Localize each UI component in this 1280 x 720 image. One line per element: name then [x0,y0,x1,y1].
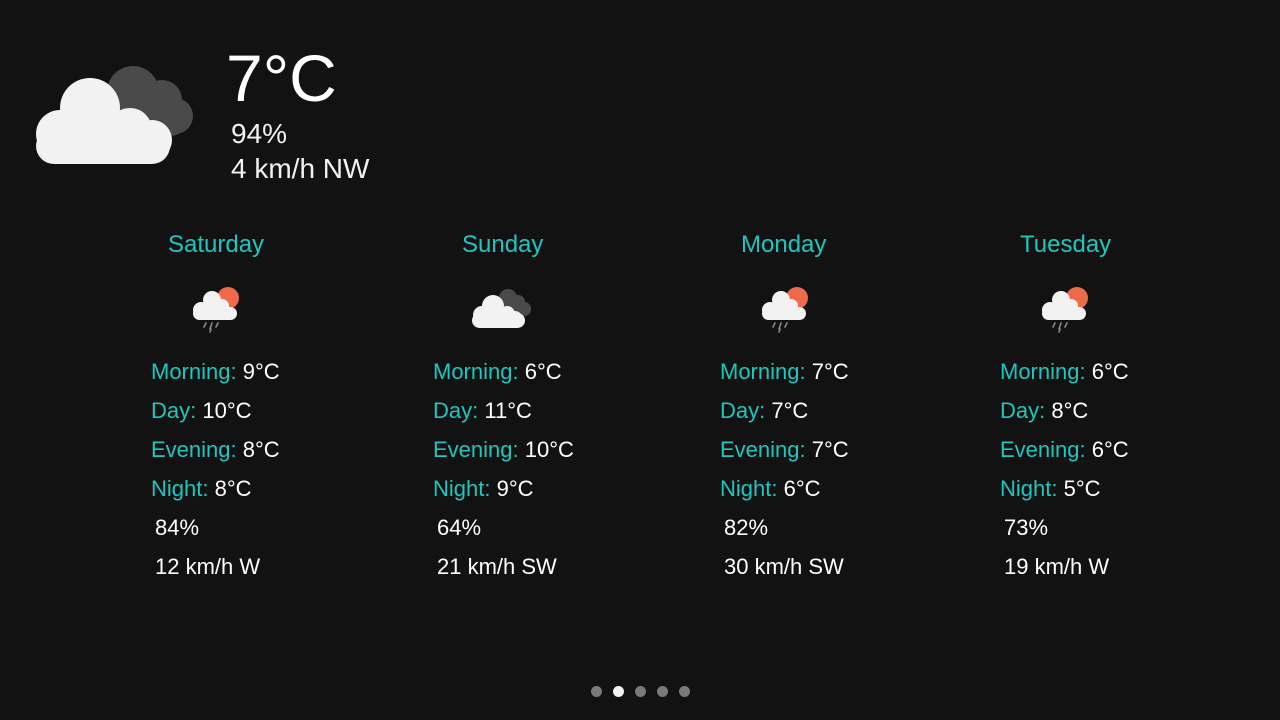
night-row: Night: 5°C [1000,475,1101,503]
current-temperature: 7°C [226,41,337,115]
day-label: Day: [433,398,479,423]
page-dot-5[interactable] [679,686,690,697]
current-wind: 4 km/h NW [231,153,370,184]
day-value: 7°C [771,398,809,423]
evening-row: Evening: 8°C [151,436,280,464]
page-dot-1[interactable] [591,686,602,697]
night-label: Night: [1000,476,1058,501]
day-row: Day: 11°C [433,397,532,425]
morning-value: 6°C [524,359,562,384]
current-humidity: 94% [231,118,288,149]
wind-value: 21 km/h SW [437,554,557,579]
partly-sunny-rain-icon [193,287,239,333]
evening-value: 6°C [1091,437,1129,462]
day-value: 8°C [1051,398,1089,423]
evening-value: 8°C [242,437,280,462]
partly-sunny-rain-icon [762,287,808,333]
day-value: 10°C [202,398,252,423]
humidity-value: 84% [155,515,200,540]
night-label: Night: [151,476,209,501]
night-label: Night: [433,476,491,501]
evening-value: 7°C [811,437,849,462]
humidity-value: 64% [437,515,482,540]
evening-label: Evening: [720,437,806,462]
night-label: Night: [720,476,778,501]
day-label: Day: [1000,398,1046,423]
morning-value: 7°C [811,359,849,384]
evening-label: Evening: [1000,437,1086,462]
day-label: Day: [151,398,197,423]
morning-label: Morning: [433,359,519,384]
morning-value: 9°C [242,359,280,384]
day-value: 11°C [484,398,532,423]
partly-sunny-rain-icon [1042,287,1088,333]
night-value: 8°C [214,476,252,501]
morning-label: Morning: [1000,359,1086,384]
page-dot-3[interactable] [635,686,646,697]
cloudy-icon [472,289,531,328]
day-label: Day: [720,398,766,423]
wind-value: 12 km/h W [155,554,261,579]
night-row: Night: 8°C [151,475,252,503]
morning-label: Morning: [720,359,806,384]
evening-label: Evening: [151,437,237,462]
humidity-value: 73% [1004,515,1049,540]
night-row: Night: 9°C [433,475,534,503]
night-value: 5°C [1063,476,1101,501]
day-name: Saturday [168,231,265,258]
morning-row: Morning: 6°C [1000,358,1129,386]
morning-row: Morning: 7°C [720,358,849,386]
page-dot-4[interactable] [657,686,668,697]
day-name: Sunday [462,231,544,258]
night-value: 6°C [783,476,821,501]
day-name: Monday [741,231,827,258]
page-indicator [0,686,1280,698]
evening-row: Evening: 7°C [720,436,849,464]
morning-row: Morning: 6°C [433,358,562,386]
morning-label: Morning: [151,359,237,384]
night-row: Night: 6°C [720,475,821,503]
evening-row: Evening: 6°C [1000,436,1129,464]
evening-value: 10°C [524,437,574,462]
evening-label: Evening: [433,437,519,462]
day-row: Day: 10°C [151,397,252,425]
morning-row: Morning: 9°C [151,358,280,386]
day-row: Day: 7°C [720,397,808,425]
evening-row: Evening: 10°C [433,436,574,464]
wind-value: 30 km/h SW [724,554,844,579]
day-name: Tuesday [1020,231,1112,258]
page-dot-2-active[interactable] [613,686,624,697]
humidity-value: 82% [724,515,769,540]
night-value: 9°C [496,476,534,501]
cloudy-icon [36,66,193,164]
morning-value: 6°C [1091,359,1129,384]
day-row: Day: 8°C [1000,397,1088,425]
wind-value: 19 km/h W [1004,554,1110,579]
